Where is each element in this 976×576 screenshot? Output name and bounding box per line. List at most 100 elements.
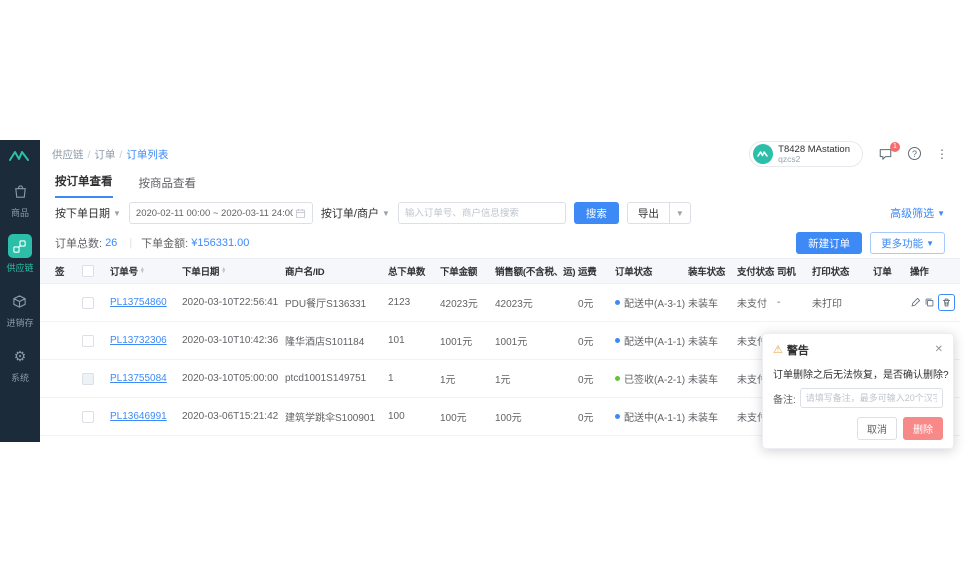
order-date: 2020-03-10T22:56:41 bbox=[182, 297, 285, 308]
kebab-menu-icon[interactable]: ⋮ bbox=[936, 147, 948, 161]
chevron-down-icon: ▼ bbox=[670, 209, 690, 218]
col-order-date[interactable]: 下单日期▲▼ bbox=[182, 264, 285, 278]
export-button[interactable]: 导出 ▼ bbox=[627, 202, 691, 224]
col-driver: 司机 bbox=[777, 264, 812, 278]
sort-icon[interactable]: ▲▼ bbox=[140, 268, 145, 274]
select-all-checkbox[interactable] bbox=[82, 265, 94, 277]
date-type-dropdown[interactable]: 按下单日期▼ bbox=[55, 205, 121, 221]
row-checkbox bbox=[82, 373, 94, 385]
bag-icon bbox=[8, 179, 32, 203]
freight: 0元 bbox=[578, 409, 615, 424]
order-number-link[interactable]: PL13646991 bbox=[110, 411, 167, 422]
trash-icon bbox=[941, 297, 952, 308]
order-status: 配送中(A-1-1) bbox=[624, 333, 685, 348]
edit-icon[interactable] bbox=[910, 297, 921, 308]
dialog-message: 订单删除之后无法恢复，是否确认删除? bbox=[773, 366, 943, 381]
avatar bbox=[753, 144, 773, 164]
sidebar-item-supply-chain[interactable]: 供应链 bbox=[6, 234, 33, 274]
sales-amount: 42023元 bbox=[495, 295, 578, 310]
order-number-link[interactable]: PL13754860 bbox=[110, 297, 167, 308]
sidebar-item-label: 商品 bbox=[11, 206, 29, 219]
note-input[interactable] bbox=[800, 388, 943, 408]
order-status: 配送中(A-1-1) bbox=[624, 409, 685, 424]
total-qty: 101 bbox=[388, 335, 440, 346]
total-qty: 2123 bbox=[388, 297, 440, 308]
order-date: 2020-03-06T15:21:42 bbox=[182, 411, 285, 422]
order-amount-value: ¥156331.00 bbox=[191, 237, 249, 249]
col-order-extra: 订单 bbox=[873, 264, 910, 278]
load-status: 未装车 bbox=[688, 409, 737, 424]
order-status: 配送中(A-3-1) bbox=[624, 295, 685, 310]
status-dot bbox=[615, 300, 620, 305]
status-dot bbox=[615, 338, 620, 343]
col-print-status: 打印状态 bbox=[812, 264, 873, 278]
order-status: 已签收(A-2-1) bbox=[624, 371, 685, 386]
sidebar: 商品 供应链 进销存 ⚙ 系统 bbox=[0, 140, 40, 442]
new-order-button[interactable]: 新建订单 bbox=[796, 232, 862, 254]
date-range-picker[interactable] bbox=[129, 202, 313, 224]
tab-by-product[interactable]: 按商品查看 bbox=[139, 175, 197, 198]
sidebar-item-label: 进销存 bbox=[6, 316, 33, 329]
sidebar-item-inventory[interactable]: 进销存 bbox=[6, 289, 33, 329]
order-number-link[interactable]: PL13732306 bbox=[110, 335, 167, 346]
more-functions-button[interactable]: 更多功能▼ bbox=[870, 232, 945, 254]
user-account: qzcs2 bbox=[778, 155, 850, 164]
delete-button-focused[interactable] bbox=[938, 294, 955, 311]
status-dot bbox=[615, 376, 620, 381]
breadcrumb-orders[interactable]: 订单 bbox=[94, 149, 115, 161]
order-amount: 1元 bbox=[440, 371, 495, 386]
order-amount: 42023元 bbox=[440, 295, 495, 310]
dialog-title: 警告 bbox=[787, 342, 809, 358]
inventory-cube-icon bbox=[8, 289, 32, 313]
help-icon[interactable]: ? bbox=[908, 147, 921, 160]
chevron-down-icon: ▼ bbox=[937, 209, 945, 218]
total-qty: 100 bbox=[388, 411, 440, 422]
notification-badge: 1 bbox=[890, 142, 900, 152]
advanced-filter-link[interactable]: 高级筛选▼ bbox=[890, 205, 945, 221]
message-icon[interactable]: 1 bbox=[878, 147, 893, 161]
summary-bar: 订单总数: 26 | 下单金额: ¥156331.00 新建订单 更多功能▼ bbox=[40, 228, 960, 258]
sidebar-item-products[interactable]: 商品 bbox=[8, 179, 32, 219]
search-input[interactable] bbox=[405, 208, 559, 219]
gear-icon: ⚙ bbox=[8, 344, 32, 368]
freight: 0元 bbox=[578, 371, 615, 386]
user-chip[interactable]: T8428 MAstation qzcs2 bbox=[749, 141, 863, 168]
merchant-name: 建筑学跳伞S100901 bbox=[285, 409, 388, 424]
order-number-link[interactable]: PL13755084 bbox=[110, 373, 167, 384]
supply-chain-icon bbox=[8, 234, 32, 258]
table-row: PL13754860 2020-03-10T22:56:41 PDU餐厅S136… bbox=[40, 284, 960, 322]
copy-icon[interactable] bbox=[924, 297, 935, 308]
load-status: 未装车 bbox=[688, 295, 737, 310]
total-qty: 1 bbox=[388, 373, 440, 384]
status-dot bbox=[615, 414, 620, 419]
col-order-amount: 下单金额 bbox=[440, 264, 495, 278]
chevron-down-icon: ▼ bbox=[113, 209, 121, 218]
sidebar-item-label: 供应链 bbox=[6, 261, 33, 274]
col-operations: 操作 bbox=[910, 264, 955, 278]
row-checkbox[interactable] bbox=[82, 335, 94, 347]
sidebar-item-system[interactable]: ⚙ 系统 bbox=[8, 344, 32, 384]
breadcrumb-supply-chain[interactable]: 供应链 bbox=[52, 149, 84, 161]
date-range-input[interactable] bbox=[136, 208, 293, 219]
load-status: 未装车 bbox=[688, 371, 737, 386]
order-amount-label: 下单金额: bbox=[141, 235, 188, 251]
close-icon[interactable]: ✕ bbox=[935, 345, 943, 355]
freight: 0元 bbox=[578, 295, 615, 310]
breadcrumb-order-list: 订单列表 bbox=[126, 149, 168, 161]
order-date: 2020-03-10T10:42:36 bbox=[182, 335, 285, 346]
search-button[interactable]: 搜索 bbox=[574, 202, 619, 224]
row-checkbox[interactable] bbox=[82, 297, 94, 309]
search-type-dropdown[interactable]: 按订单/商户▼ bbox=[321, 205, 390, 221]
tab-by-order[interactable]: 按订单查看 bbox=[55, 173, 113, 198]
row-checkbox[interactable] bbox=[82, 411, 94, 423]
sort-icon[interactable]: ▲▼ bbox=[221, 268, 226, 274]
col-total-qty: 总下单数 bbox=[388, 264, 440, 278]
chevron-down-icon: ▼ bbox=[926, 239, 934, 248]
col-sales: 销售额(不含税、运) bbox=[495, 264, 578, 278]
col-pay-status: 支付状态 bbox=[737, 264, 777, 278]
delete-button[interactable]: 删除 bbox=[903, 417, 943, 440]
brand-logo bbox=[8, 149, 32, 163]
col-order-no[interactable]: 订单号▲▼ bbox=[110, 264, 182, 278]
merchant-name: ptcd1001S149751 bbox=[285, 373, 388, 384]
cancel-button[interactable]: 取消 bbox=[857, 417, 897, 440]
